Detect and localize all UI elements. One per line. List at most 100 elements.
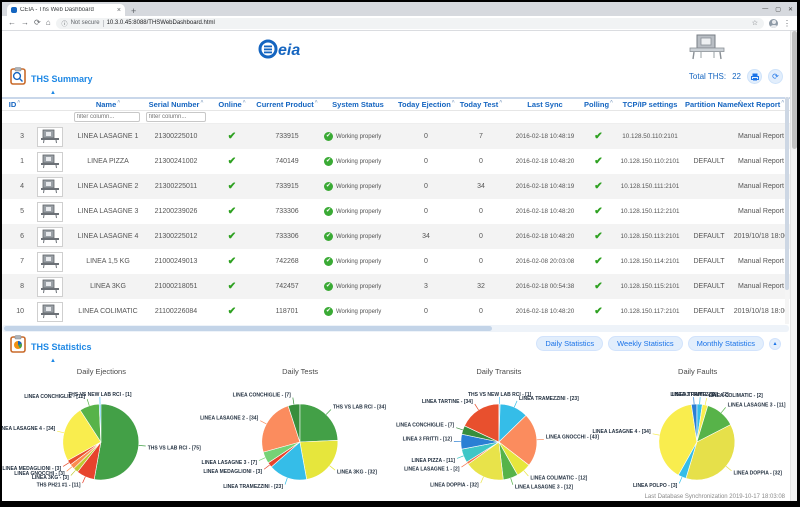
cell-next-report: Manual Report <box>733 258 789 265</box>
label-leader-line <box>293 398 294 405</box>
column-header-partition-name[interactable]: Partition Name^ <box>685 100 733 109</box>
sort-caret-icon[interactable]: ^ <box>499 100 502 106</box>
cell-polling: ✔ <box>582 207 615 217</box>
print-button[interactable] <box>747 69 762 84</box>
table-row[interactable]: 3LINEA LASAGNE 121300225010✔733915✔Worki… <box>2 124 797 149</box>
back-icon[interactable]: ← <box>8 19 16 27</box>
column-header-id[interactable]: ID^ <box>2 100 27 109</box>
sort-caret-icon[interactable]: ^ <box>117 100 120 106</box>
slice-label: LINEA 3 FRITTI - [12] <box>402 437 452 443</box>
pie-chart: LINEA TRAMEZZINI - [2]LINEA COLIMATIC - … <box>598 380 797 501</box>
horizontal-scrollbar[interactable] <box>2 325 789 332</box>
serial-filter-input[interactable] <box>146 112 206 122</box>
weekly-statistics-button[interactable]: Weekly Statistics <box>608 336 683 351</box>
info-icon[interactable]: ⓘ <box>62 19 68 28</box>
sort-caret-icon[interactable]: ^ <box>17 100 20 106</box>
sort-caret-icon[interactable]: ^ <box>610 100 613 106</box>
table-row[interactable]: 1LINEA PIZZA21300241002✔740149✔Working p… <box>2 149 797 174</box>
table-row[interactable]: 8LINEA 3KG21000218051✔742457✔Working pro… <box>2 274 797 299</box>
slice-label: LINEA LASAGNE 3 - [7] <box>201 460 257 466</box>
table-row[interactable]: 7LINEA 1,5 KG21000249013✔742268✔Working … <box>2 249 797 274</box>
table-row[interactable]: 10LINEA COLIMATIC21100226084✔118701✔Work… <box>2 299 797 324</box>
horizontal-scrollbar-thumb[interactable] <box>4 326 492 331</box>
dashboard-page: eia <box>2 31 797 501</box>
ceia-logo: eia <box>258 38 310 65</box>
column-header-polling[interactable]: Polling^ <box>582 100 615 109</box>
cell-polling: ✔ <box>582 307 615 317</box>
status-text: Working properly <box>336 134 381 140</box>
browser-tab[interactable]: CEIA - Ths Web Dashboard × <box>7 4 125 16</box>
bookmark-star-icon[interactable]: ☆ <box>752 19 758 27</box>
chart-daily-ejections: Daily EjectionsTHS VS LAB RCI - [75]THS … <box>2 367 201 501</box>
cell-online: ✔ <box>208 157 256 167</box>
cell-name: LINEA 1,5 KG <box>72 258 144 265</box>
sync-button[interactable]: ⟳ <box>768 69 783 84</box>
daily-statistics-button[interactable]: Daily Statistics <box>536 336 603 351</box>
maximize-button[interactable]: ▢ <box>775 6 781 13</box>
profile-avatar-icon[interactable] <box>769 19 778 28</box>
label-leader-line <box>474 404 478 410</box>
column-header-online[interactable]: Online^ <box>208 100 256 109</box>
cell-last-sync: 2016-02-18 10:48:20 <box>508 308 582 315</box>
table-scrollbar-thumb[interactable] <box>785 97 789 290</box>
column-header-tcp-ip-settings[interactable]: TCP/IP settings <box>615 100 685 109</box>
column-header-current-product[interactable]: Current Product^ <box>256 100 318 109</box>
refresh-icon[interactable]: ⟳ <box>34 19 41 27</box>
cell-serial-number: 21200239026 <box>144 208 208 215</box>
column-header-name[interactable]: Name^ <box>72 100 144 109</box>
polling-check-icon: ✔ <box>594 181 602 192</box>
table-row[interactable]: 5LINEA LASAGNE 321200239026✔733306✔Worki… <box>2 199 797 224</box>
column-header-next-report[interactable]: Next Report^ <box>733 100 789 109</box>
sort-caret-icon[interactable]: ^ <box>243 100 246 106</box>
page-scrollbar-thumb[interactable] <box>792 31 797 149</box>
sort-caret-icon[interactable]: ^ <box>200 100 203 106</box>
label-leader-line <box>653 434 660 435</box>
close-button[interactable]: ✕ <box>788 6 793 13</box>
label-leader-line <box>260 421 266 424</box>
slice-label: LINEA PIZZA - [11] <box>411 458 455 464</box>
cell-today-test: 0 <box>454 208 508 215</box>
column-header-system-status[interactable]: System Status <box>318 100 398 109</box>
cell-system-status: ✔Working properly <box>318 132 398 141</box>
browser-menu-icon[interactable]: ⋮ <box>783 19 791 28</box>
cell-thumbnail <box>27 177 72 197</box>
monthly-statistics-button[interactable]: Monthly Statistics <box>688 336 764 351</box>
column-header-today-ejection[interactable]: Today Ejection^ <box>398 100 454 109</box>
cell-current-product: 733306 <box>256 208 318 215</box>
charts-row: Daily EjectionsTHS VS LAB RCI - [75]THS … <box>2 367 797 501</box>
name-filter-input[interactable] <box>74 112 140 122</box>
label-leader-line <box>721 407 725 412</box>
new-tab-button[interactable]: + <box>131 6 136 16</box>
forward-icon[interactable]: → <box>21 19 29 27</box>
cell-id: 1 <box>2 158 27 165</box>
cell-last-sync: 2016-02-18 10:48:19 <box>508 133 582 140</box>
label-leader-line <box>63 463 69 467</box>
tab-close-icon[interactable]: × <box>117 7 121 14</box>
cell-thumbnail <box>27 277 72 297</box>
statistics-title: THS Statistics <box>31 342 92 352</box>
tab-strip: CEIA - Ths Web Dashboard × + — ▢ ✕ <box>2 2 797 16</box>
cell-next-report: Manual Report <box>733 283 789 290</box>
address-bar[interactable]: ⓘ Not secure 10.3.0.45:8088/THSWebDashbo… <box>56 18 764 29</box>
status-ok-icon: ✔ <box>324 257 333 266</box>
column-header-serial-number[interactable]: Serial Number^ <box>144 100 208 109</box>
label-leader-line <box>456 456 463 459</box>
page-scrollbar[interactable] <box>790 31 797 501</box>
table-row[interactable]: 4LINEA LASAGNE 221300225011✔733915✔Worki… <box>2 174 797 199</box>
minimize-button[interactable]: — <box>762 6 768 13</box>
status-text: Working properly <box>336 309 381 315</box>
table-row[interactable]: 6LINEA LASAGNE 421300225012✔733306✔Worki… <box>2 224 797 249</box>
sort-caret-icon[interactable]: ^ <box>781 100 784 106</box>
status-ok-icon: ✔ <box>324 282 333 291</box>
slice-label: LINEA LASAGNE 3 - [11] <box>728 402 786 408</box>
table-scrollbar[interactable] <box>785 97 789 324</box>
column-header-today-test[interactable]: Today Test^ <box>454 100 508 109</box>
label-leader-line <box>700 397 701 404</box>
column-header-last-sync[interactable]: Last Sync <box>508 100 582 109</box>
home-icon[interactable]: ⌂ <box>46 19 51 27</box>
more-options-button[interactable]: ▴ <box>769 338 781 350</box>
summary-collapse-arrow[interactable]: ▲ <box>50 90 789 96</box>
cell-next-report: 2019/10/18 18:00 <box>733 308 789 315</box>
label-leader-line <box>680 477 683 483</box>
statistics-collapse-arrow[interactable]: ▲ <box>50 358 789 364</box>
